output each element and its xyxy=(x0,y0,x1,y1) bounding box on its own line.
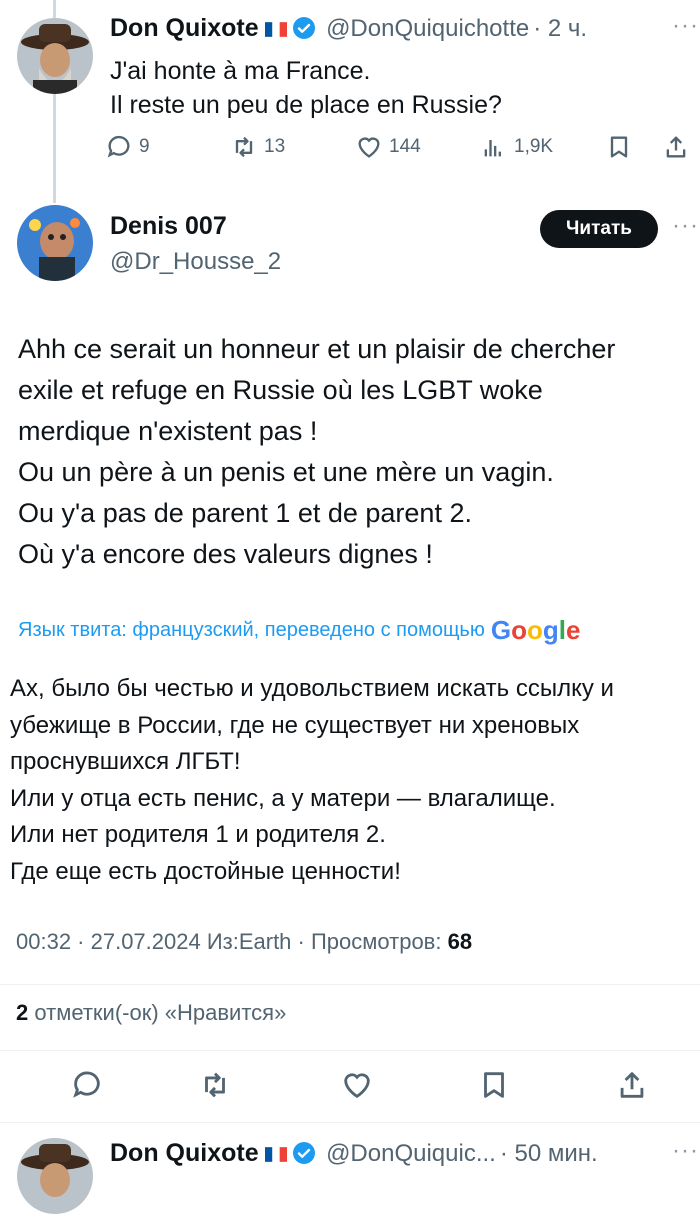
follow-button[interactable]: Читать xyxy=(540,210,658,248)
reply-button[interactable]: 9 xyxy=(105,133,150,161)
avatar-image xyxy=(17,18,93,94)
avatar-image xyxy=(17,205,93,281)
tweet-text-line: Il reste un peu de place en Russie? xyxy=(110,91,502,119)
retweet-icon xyxy=(235,136,253,158)
more-options-icon[interactable]: ··· xyxy=(672,12,699,40)
timestamp-source[interactable]: 00:32 · 27.07.2024 Из:Earth · Просмотров… xyxy=(16,929,448,954)
retweet-icon xyxy=(205,1072,225,1098)
tweet-text-line: Ou y'a pas de parent 1 et de parent 2. xyxy=(18,498,472,528)
google-logo: Google xyxy=(490,615,581,645)
verified-badge-icon xyxy=(292,1142,315,1164)
divider xyxy=(0,984,700,985)
reply-icon xyxy=(107,135,130,158)
avatar-image xyxy=(17,1138,93,1214)
heart-icon xyxy=(358,137,380,158)
bookmark-button[interactable] xyxy=(477,1068,511,1102)
author-name[interactable]: Denis 007 xyxy=(110,212,227,241)
translated-line: Где еще есть достойные ценности! xyxy=(10,857,401,885)
retweet-button[interactable]: 13 xyxy=(230,133,285,161)
tweet-text-line: Où y'a encore des valeurs dignes ! xyxy=(18,539,433,569)
translated-text: Ах, было бы честью и удовольствием искат… xyxy=(10,671,695,890)
view-count: 1,9K xyxy=(514,136,554,157)
tweet1-body: J'ai honte à ma France. Il reste un peu … xyxy=(110,54,502,122)
translated-line: Или у отца есть пенис, а у матери — влаг… xyxy=(10,784,556,812)
translation-notice[interactable]: Язык твита: французский, переведено с по… xyxy=(18,615,580,646)
bookmark-icon xyxy=(610,136,628,158)
share-button[interactable] xyxy=(615,1068,649,1102)
tweet-text-line: Ou un père à un penis et une mère un vag… xyxy=(18,457,554,487)
tweet1-header: Don Quixote @DonQuiquichotte · 2 ч. xyxy=(110,14,587,43)
reply-count: 9 xyxy=(139,136,150,157)
author-handle[interactable]: @DonQuiquichotte xyxy=(326,15,529,42)
tweet-text-line: Ahh ce serait un honneur et un plaisir d… xyxy=(18,334,616,364)
france-flag-icon xyxy=(264,1147,287,1162)
like-count: 144 xyxy=(389,136,421,157)
bookmark-icon xyxy=(484,1072,504,1098)
more-options-icon[interactable]: ··· xyxy=(672,1137,699,1165)
views-button[interactable]: 1,9K xyxy=(480,133,553,161)
translated-line: проснувшихся ЛГБТ! xyxy=(10,748,241,775)
verified-badge-icon xyxy=(292,17,315,39)
france-flag-icon xyxy=(264,22,287,37)
avatar-denis[interactable] xyxy=(17,205,93,281)
likes-count: 2 xyxy=(16,1000,29,1025)
translation-label: Язык твита: французский, переведено с по… xyxy=(18,619,485,641)
translated-line: Ах, было бы честью и удовольствием искат… xyxy=(10,675,614,702)
tweet2-body: Ahh ce serait un honneur et un plaisir d… xyxy=(18,329,690,575)
tweet-time[interactable]: · 50 мин. xyxy=(500,1140,598,1167)
retweet-button[interactable] xyxy=(198,1068,232,1102)
author-name[interactable]: Don Quixote xyxy=(110,14,259,42)
views-chart-icon xyxy=(484,140,501,157)
view-count: 68 xyxy=(447,929,473,954)
avatar-don-quixote[interactable] xyxy=(17,18,93,94)
divider xyxy=(0,1122,700,1123)
like-button[interactable]: 144 xyxy=(355,133,421,161)
reply-icon xyxy=(73,1071,100,1098)
share-icon xyxy=(620,1072,644,1098)
more-options-icon[interactable]: ··· xyxy=(672,212,699,240)
tweet-meta: 00:32 · 27.07.2024 Из:Earth · Просмотров… xyxy=(16,929,472,955)
likes-label: отметки(-ок) «Нравится» xyxy=(34,1000,287,1025)
translated-line: убежище в России, где не существует ни х… xyxy=(10,711,580,739)
author-handle[interactable]: @Dr_Housse_2 xyxy=(110,248,281,276)
author-name[interactable]: Don Quixote xyxy=(110,1139,259,1167)
reply-button[interactable] xyxy=(70,1068,104,1102)
share-icon xyxy=(666,136,686,158)
tweet-time[interactable]: · 2 ч. xyxy=(533,15,587,42)
tweet3-header: Don Quixote @DonQuiquic... · 50 мин. xyxy=(110,1139,598,1168)
bookmark-button[interactable] xyxy=(605,133,633,161)
tweet-text-line: J'ai honte à ma France. xyxy=(110,57,371,85)
share-button[interactable] xyxy=(662,133,690,161)
retweet-count: 13 xyxy=(264,136,286,157)
author-handle[interactable]: @DonQuiquic... xyxy=(326,1140,496,1167)
divider xyxy=(0,1050,700,1051)
tweet-text-line: exile et refuge en Russie où les LGBT wo… xyxy=(18,375,543,405)
like-button[interactable] xyxy=(340,1068,374,1102)
likes-summary[interactable]: 2 отметки(-ок) «Нравится» xyxy=(16,1000,286,1026)
heart-icon xyxy=(344,1073,370,1099)
translated-line: Или нет родителя 1 и родителя 2. xyxy=(10,821,386,848)
tweet-text-line: merdique n'existent pas ! xyxy=(18,416,318,446)
avatar-don-quixote[interactable] xyxy=(17,1138,93,1214)
